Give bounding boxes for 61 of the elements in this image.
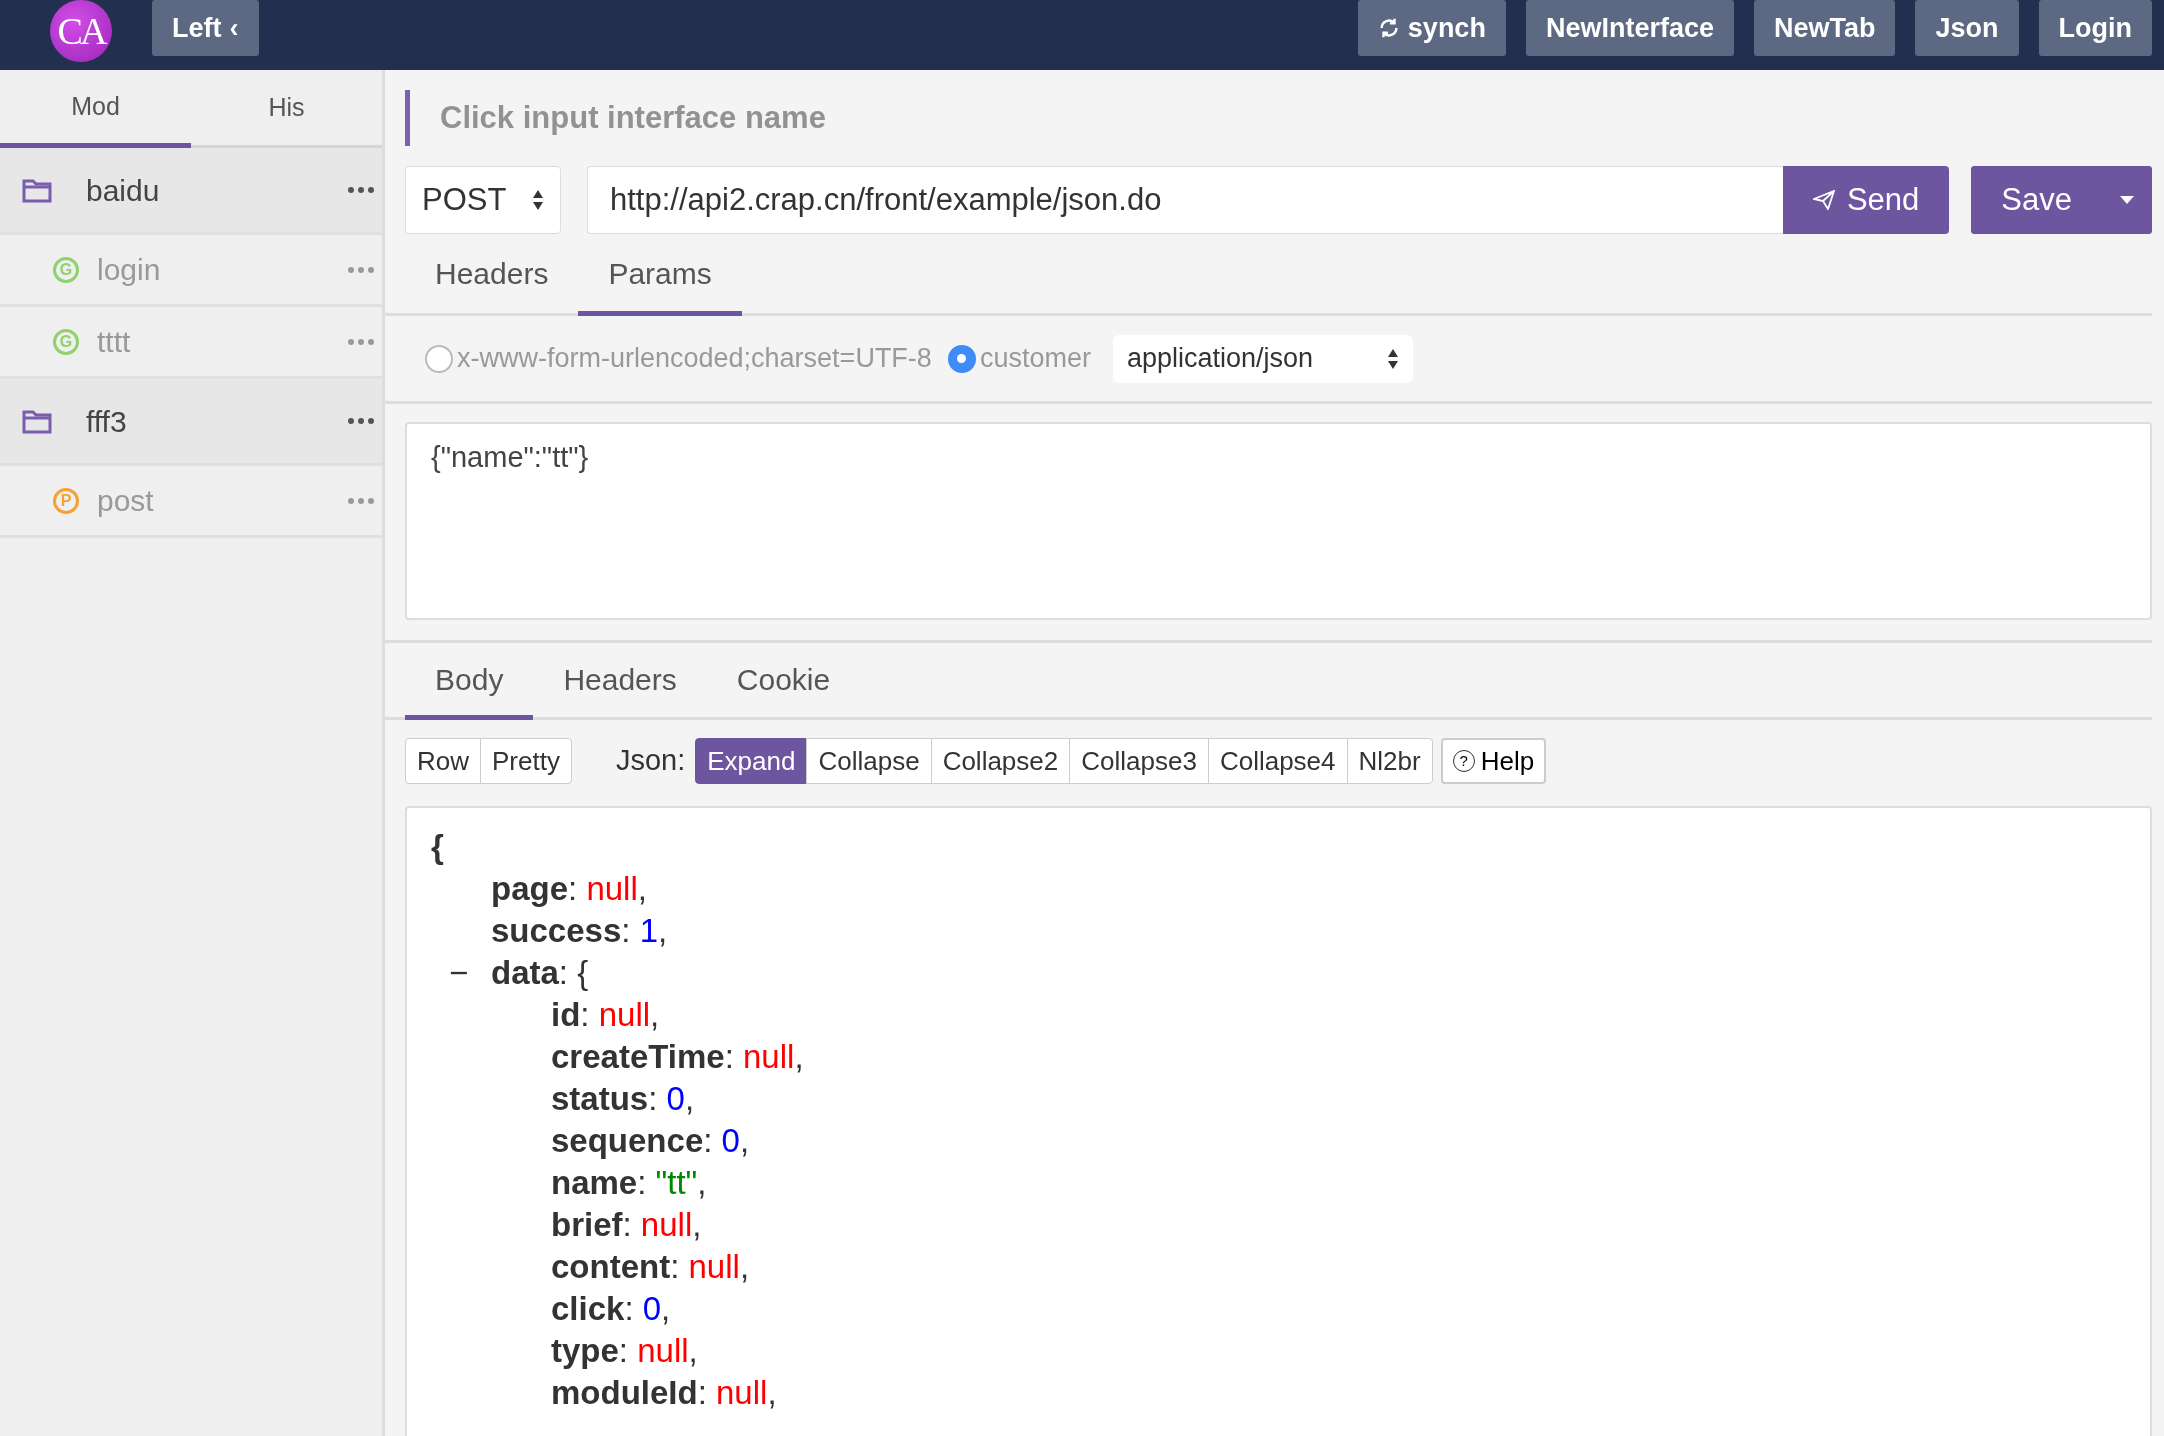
radio-label: x-www-form-urlencoded;charset=UTF-8	[457, 342, 932, 376]
nav-button[interactable]: NewTab	[1753, 0, 1896, 56]
json-line: id: null,	[551, 995, 660, 1035]
more-icon[interactable]	[348, 418, 374, 424]
chevron-left-icon: ‹	[229, 7, 239, 49]
content-type-select[interactable]: application/json	[1112, 334, 1413, 383]
json-line: click: 0,	[551, 1289, 671, 1329]
json-line: status: 0,	[551, 1079, 695, 1119]
format-button[interactable]: Expand	[695, 738, 808, 784]
send-button[interactable]: Send	[1782, 166, 1950, 234]
method-select[interactable]: POST	[405, 166, 561, 234]
collapse-toggle[interactable]: −	[449, 952, 491, 994]
json-line: success: 1,	[491, 911, 668, 951]
json-line: name: "tt",	[551, 1163, 707, 1203]
request-tab[interactable]: Params	[578, 236, 742, 316]
sidebar-toggle-button[interactable]: Left ‹	[152, 0, 259, 56]
request-body-field[interactable]: {"name":"tt"}	[405, 422, 2152, 620]
method-icon: G	[53, 328, 79, 355]
nav-button[interactable]: NewInterface	[1525, 0, 1734, 56]
format-button[interactable]: Collapse	[806, 738, 932, 784]
paper-plane-icon	[1812, 190, 1835, 210]
folder-icon	[22, 177, 52, 203]
radio-button[interactable]	[947, 344, 976, 373]
json-line: brief: null,	[551, 1205, 702, 1245]
json-line: moduleId: null,	[551, 1373, 777, 1413]
format-button[interactable]: Pretty	[480, 738, 572, 784]
method-icon: G	[53, 256, 79, 283]
format-button[interactable]: Nl2br	[1346, 738, 1433, 784]
json-line: data: {	[491, 953, 589, 993]
module-item[interactable]: baidu	[0, 148, 382, 235]
json-line: content: null,	[551, 1247, 750, 1287]
json-label: Json:	[615, 743, 686, 779]
nav-button[interactable]: Json	[1915, 0, 2019, 56]
response-tab[interactable]: Body	[405, 643, 534, 720]
method-icon: P	[53, 487, 79, 514]
logo: CA	[50, 0, 112, 62]
json-brace: {	[431, 827, 444, 867]
format-button[interactable]: Collapse2	[930, 738, 1071, 784]
json-line: sequence: 0,	[551, 1121, 750, 1161]
sort-arrows-icon	[1386, 347, 1399, 370]
request-tab[interactable]: Headers	[405, 236, 579, 316]
response-tab[interactable]: Headers	[533, 643, 707, 720]
more-icon[interactable]	[348, 187, 374, 193]
json-line: type: null,	[551, 1331, 698, 1371]
response-tab[interactable]: Cookie	[706, 643, 861, 720]
radio-button[interactable]	[425, 344, 453, 373]
sort-arrows-icon	[532, 189, 544, 211]
format-button[interactable]: Collapse4	[1207, 738, 1348, 784]
help-button[interactable]: ? Help	[1440, 738, 1547, 784]
url-field[interactable]: http://api2.crap.cn/front/example/json.do	[587, 166, 1783, 234]
nav-button[interactable]: synch	[1357, 0, 1506, 56]
json-line: page: null,	[491, 869, 647, 909]
nav-button[interactable]: Login	[2038, 0, 2152, 56]
caret-icon	[2120, 196, 2134, 204]
format-button[interactable]: Row	[405, 738, 481, 784]
module-item[interactable]: fff3	[0, 379, 382, 466]
interface-name-field[interactable]: Click input interface name	[438, 93, 1238, 143]
format-button[interactable]: Collapse3	[1069, 738, 1209, 784]
json-line: createTime: null,	[551, 1037, 804, 1077]
radio-label: customer	[979, 342, 1091, 376]
folder-icon	[22, 408, 52, 434]
